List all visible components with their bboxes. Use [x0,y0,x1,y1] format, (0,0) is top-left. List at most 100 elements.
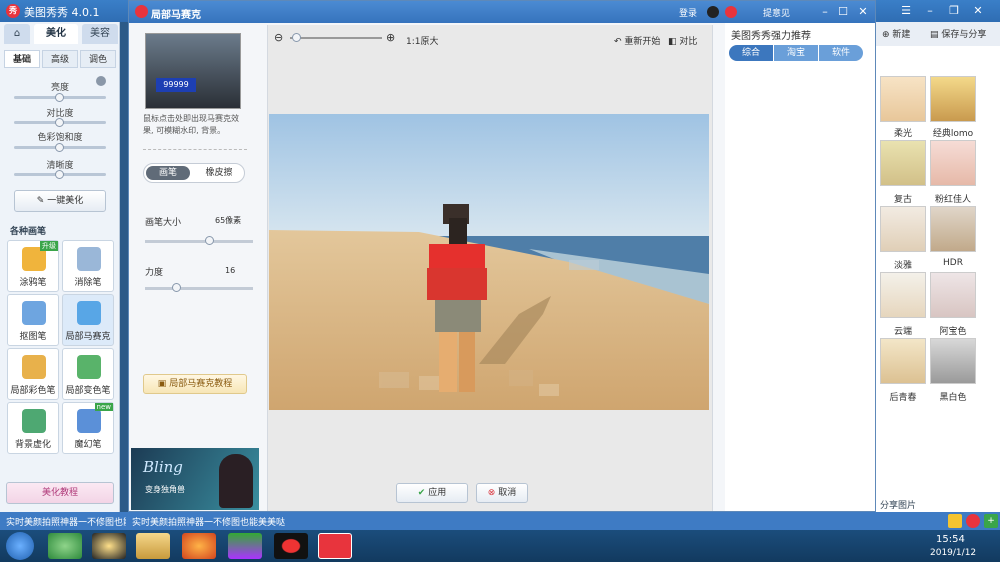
feedback-link[interactable]: 提意见 [763,6,790,19]
mosaic-tutorial-label: 局部马赛克教程 [169,379,233,389]
qq-app-icon[interactable] [92,533,126,559]
ad-banner[interactable]: Bling 变身独角兽 [131,448,259,510]
maximize-button[interactable]: ❐ [946,3,962,19]
brush-eraser-toggle: 画笔 橡皮擦 [143,163,245,183]
tool-label: 背景虚化 [14,440,51,450]
firefox-icon[interactable] [182,533,216,559]
beautify-tutorial-button[interactable]: 美化教程 [6,482,114,504]
subtab-color[interactable]: 调色 [80,50,116,68]
effect-thumb[interactable] [880,272,926,318]
subtab-advanced[interactable]: 高级 [42,50,78,68]
effect-thumb[interactable] [880,338,926,384]
apply-label: 应用 [428,488,447,498]
one-click-label: 一键美化 [47,196,84,206]
brush-size-label: 画笔大小 [145,218,182,228]
brush-size-knob[interactable] [204,236,214,245]
sharpness-knob[interactable] [55,170,64,179]
dialog-minimize-button[interactable]: – [817,4,833,20]
player-icon[interactable] [228,533,262,559]
recorder-icon[interactable] [274,533,308,559]
clock-time[interactable]: 15:54 [936,534,965,545]
new-badge: new [94,403,113,411]
save-share-button[interactable]: ▤ 保存与分享 [930,27,986,40]
weibo-share-icon[interactable] [966,514,980,528]
brightness-knob[interactable] [55,93,64,102]
qq-icon[interactable] [707,6,719,18]
beach-photo[interactable] [269,114,709,410]
contrast-knob[interactable] [55,118,64,127]
zoom-knob[interactable] [292,33,301,42]
minimize-button[interactable]: – [922,3,938,19]
tab-beautify[interactable]: 美化 [34,24,78,44]
wand-icon: ✎ [36,196,45,206]
effect-thumb[interactable] [880,76,926,122]
effect-thumb[interactable] [880,140,926,186]
tool-mosaic[interactable]: 局部马赛克 [62,294,114,346]
brush-tab[interactable]: 画笔 [146,166,190,180]
zoom-in-icon[interactable]: ⊕ [386,31,395,44]
effect-thumb[interactable] [880,206,926,252]
effect-thumb[interactable] [930,272,976,318]
effect-label: 后青春 [889,393,917,403]
subtab-basic[interactable]: 基础 [4,50,40,68]
tool-cutout-pen[interactable]: 抠图笔 [7,294,59,346]
cancel-button[interactable]: ⊗ 取消 [476,483,528,503]
brush-size-value: 65像素 [215,216,242,225]
explorer-icon[interactable] [136,533,170,559]
rec-tab-general[interactable]: 综合 [729,45,773,61]
recommend-panel: 美图秀秀强力推荐 综合 淘宝 软件 [725,23,875,511]
effect-thumb[interactable] [930,338,976,384]
login-link[interactable]: 登录 [679,6,697,19]
effect-thumb[interactable] [930,206,976,252]
effect-label: 黑白色 [939,393,967,403]
menu-icon[interactable]: ☰ [898,3,914,19]
star-icon[interactable] [948,514,962,528]
compare-button[interactable]: ◧ 对比 [668,34,697,47]
new-button[interactable]: ⊕ 新建 [882,27,910,40]
zoom-out-icon[interactable]: ⊖ [274,31,283,44]
tool-background-blur[interactable]: 背景虚化 [7,402,59,454]
zoom-slider[interactable] [290,37,382,39]
mosaic-tutorial-button[interactable]: ▣ 局部马赛克教程 [143,374,247,394]
dialog-titlebar: 局部马赛克 登录 提意见 – ☐ ✕ [129,1,875,23]
restart-button[interactable]: ↶ 重新开始 [614,34,660,47]
box-icon: ▣ [157,379,167,389]
dialog-maximize-button[interactable]: ☐ [835,4,851,20]
strength-slider[interactable] [145,287,253,290]
tool-magic-pen[interactable]: new 魔幻笔 [62,402,114,454]
eraser-tab[interactable]: 橡皮擦 [196,166,242,180]
photo-canvas[interactable] [269,114,709,410]
close-button[interactable]: ✕ [970,3,986,19]
browser-360-icon[interactable] [48,533,82,559]
brush-size-slider[interactable] [145,240,253,243]
strength-knob[interactable] [172,283,182,292]
status-ticker[interactable]: 实时美颜拍照神器一不修图也能美美哒 [132,515,285,528]
reset-icon[interactable] [96,76,106,86]
clock-date[interactable]: 2019/1/12 [930,548,976,558]
effect-label: 阿宝色 [939,327,967,337]
tool-recolor-pen[interactable]: 局部变色笔 [62,348,114,400]
start-button[interactable] [6,532,34,560]
rec-tab-software[interactable]: 软件 [819,45,863,61]
effect-thumb[interactable] [930,140,976,186]
tool-eraser-pen[interactable]: 消除笔 [62,240,114,292]
tool-doodle-pen[interactable]: 升级 涂鸦笔 [7,240,59,292]
left-panel: ⌂ 美化 美容 基础 高级 调色 亮度 对比度 色彩饱和度 清晰度 ✎ 一键美化… [0,22,120,512]
effect-thumb[interactable] [930,76,976,122]
one-click-beautify-button[interactable]: ✎ 一键美化 [14,190,106,212]
status-ticker-left[interactable]: 实时美颜拍照神器一不修图也能美美哒 [6,515,126,528]
share-image-label[interactable]: 分享图片 [880,498,916,511]
actual-size-button[interactable]: 1:1原大 [406,34,439,47]
meitu-taskbar-icon[interactable] [318,533,352,559]
tab-beauty[interactable]: 美容 [82,24,118,44]
home-tab[interactable]: ⌂ [4,24,30,44]
weibo-icon[interactable] [725,6,737,18]
dialog-close-button[interactable]: ✕ [855,4,871,20]
apply-button[interactable]: ✔ 应用 [396,483,468,503]
add-icon[interactable]: + [984,514,998,528]
ad-subtitle: 变身独角兽 [145,485,185,494]
app-logo-icon: 秀 [6,4,20,18]
saturation-knob[interactable] [55,143,64,152]
rec-tab-taobao[interactable]: 淘宝 [774,45,818,61]
tool-color-pen[interactable]: 局部彩色笔 [7,348,59,400]
